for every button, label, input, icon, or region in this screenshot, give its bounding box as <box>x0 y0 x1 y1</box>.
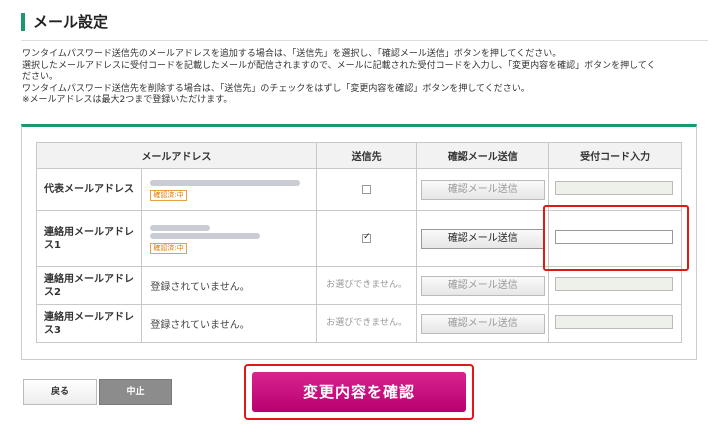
status-badge: 確認済:中 <box>150 190 187 201</box>
destination-cell <box>315 168 418 211</box>
table-header-row: メールアドレス 送信先 確認メール送信 受付コード入力 <box>36 142 682 169</box>
title-divider <box>21 40 708 41</box>
code-cell <box>548 304 682 343</box>
redacted-email <box>150 180 301 186</box>
code-input-highlight <box>543 205 689 271</box>
row-label: 連絡用メールアドレス3 <box>35 304 143 343</box>
email-cell: 登録されていません。 <box>141 266 317 305</box>
header-email: メールアドレス <box>36 142 317 169</box>
row-label: 連絡用メールアドレス1 <box>35 210 143 267</box>
send-confirm-button[interactable]: 確認メール送信 <box>420 275 545 296</box>
header-send-confirm: 確認メール送信 <box>416 142 550 169</box>
destination-cell <box>315 210 418 267</box>
status-badge: 確認済:中 <box>150 243 187 254</box>
row-label: 連絡用メールアドレス2 <box>35 266 143 305</box>
back-button[interactable]: 戻る <box>23 379 97 405</box>
email-cell: 登録されていません。 <box>141 304 317 343</box>
not-selectable-text: お選びできません。 <box>315 266 418 305</box>
confirm-changes-button[interactable]: 変更内容を確認 <box>252 372 466 412</box>
destination-checkbox[interactable] <box>362 184 372 194</box>
description-line: ワンタイムパスワード送信先を削除する場合は、「送信先」のチェックをはずし「変更内… <box>22 83 530 94</box>
description-line: ださい。 <box>22 72 59 82</box>
code-input[interactable] <box>555 181 674 195</box>
header-code-input: 受付コード入力 <box>548 142 682 169</box>
send-cell: 確認メール送信 <box>416 210 550 267</box>
description: ワンタイムパスワード送信先のメールアドレスを追加する場合は、「送信先」を選択し、… <box>22 49 702 107</box>
table-row: 連絡用メールアドレス2 登録されていません。 お選びできません。 確認メール送信 <box>35 266 682 305</box>
redacted-email <box>150 233 261 239</box>
send-cell: 確認メール送信 <box>416 168 550 211</box>
send-cell: 確認メール送信 <box>416 304 550 343</box>
email-cell: 確認済:中 <box>141 168 317 211</box>
description-line: 選択したメールアドレスに受付コードを記載したメールが配信されますので、メールに記… <box>22 60 656 71</box>
code-input[interactable] <box>555 277 674 291</box>
destination-checkbox[interactable] <box>362 232 372 243</box>
not-selectable-text: お選びできません。 <box>315 304 418 343</box>
description-line: ワンタイムパスワード送信先のメールアドレスを追加する場合は、「送信先」を選択し、… <box>22 49 562 59</box>
send-cell: 確認メール送信 <box>416 266 550 305</box>
table-row: 連絡用メールアドレス3 登録されていません。 お選びできません。 確認メール送信 <box>35 304 682 343</box>
send-confirm-button[interactable]: 確認メール送信 <box>420 228 545 249</box>
code-cell <box>548 266 682 305</box>
code-input[interactable] <box>555 315 674 329</box>
title-accent-bar <box>21 12 25 31</box>
page-title: メール設定 <box>33 13 109 31</box>
redacted-email <box>150 225 211 231</box>
description-line: ※メールアドレスは最大2つまで登録いただけます。 <box>22 95 233 105</box>
page-title-bar: メール設定 <box>21 11 108 32</box>
email-cell: 確認済:中 <box>141 210 317 267</box>
header-destination: 送信先 <box>315 142 418 169</box>
row-label: 代表メールアドレス <box>35 168 143 211</box>
send-confirm-button[interactable]: 確認メール送信 <box>420 313 545 334</box>
cancel-button[interactable]: 中止 <box>99 379 172 405</box>
send-confirm-button[interactable]: 確認メール送信 <box>420 179 545 200</box>
